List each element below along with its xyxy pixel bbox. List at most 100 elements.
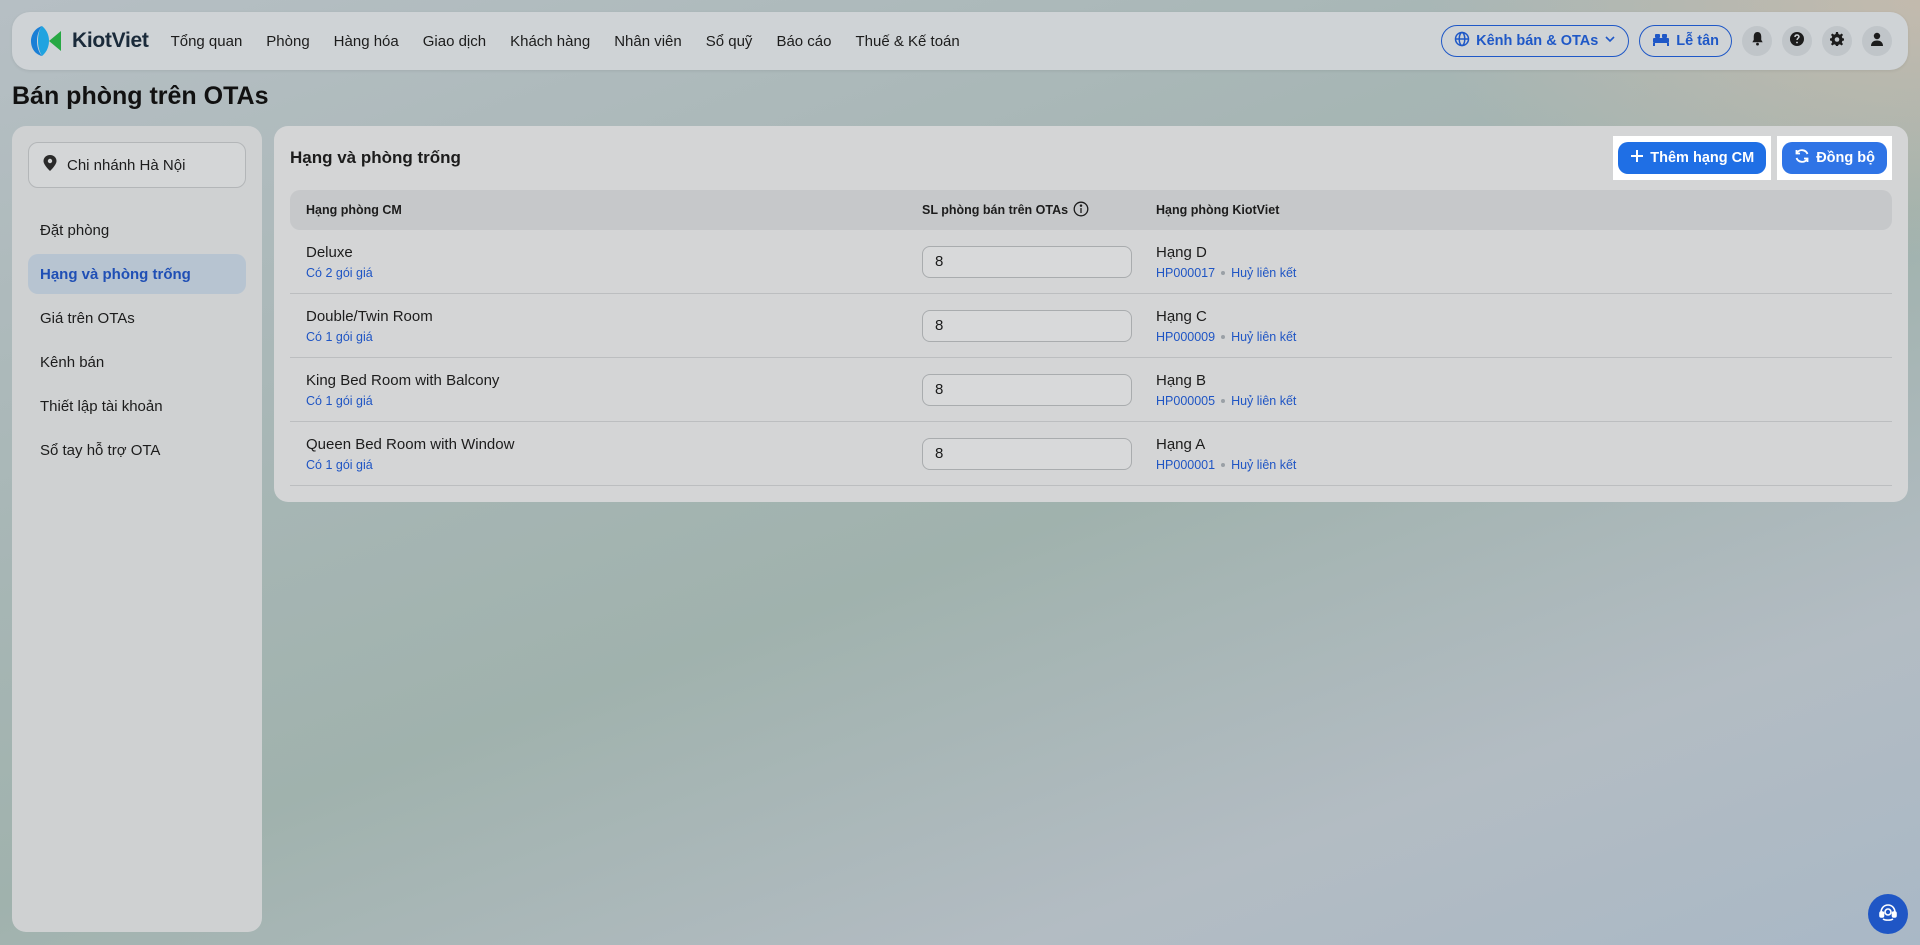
- branch-name: Chi nhánh Hà Nội: [67, 156, 186, 174]
- nav-item-staff[interactable]: Nhân viên: [614, 33, 682, 50]
- sidebar: Chi nhánh Hà Nội Đặt phòng Hạng và phòng…: [12, 126, 262, 932]
- gear-icon: [1829, 31, 1845, 52]
- reception-label: Lễ tân: [1676, 33, 1719, 49]
- column-cm-class: Hạng phòng CM: [306, 203, 402, 217]
- nav-item-reports[interactable]: Báo cáo: [776, 33, 831, 50]
- room-name: King Bed Room with Balcony: [306, 371, 500, 389]
- column-ota-qty: SL phòng bán trên OTAs: [922, 201, 1156, 220]
- kiotviet-class-name: Hạng C: [1156, 307, 1207, 325]
- column-ota-qty-label: SL phòng bán trên OTAs: [922, 203, 1069, 217]
- chevron-down-icon: [1604, 33, 1616, 49]
- kiotviet-class-meta: HP000005 Huỷ liên kết: [1156, 394, 1876, 408]
- kiotviet-class-name: Hạng D: [1156, 243, 1207, 261]
- main-menu: Tổng quan Phòng Hàng hóa Giao dịch Khách…: [171, 33, 960, 50]
- packages-link[interactable]: Có 1 gói giá: [306, 458, 922, 472]
- globe-icon: [1454, 31, 1470, 51]
- table-header: Hạng phòng CM SL phòng bán trên OTAs Hạn…: [290, 190, 1892, 230]
- kiotviet-class-cell: Hạng A HP000001 Huỷ liên kết: [1156, 436, 1876, 472]
- add-cm-class-label: Thêm hạng CM: [1650, 150, 1755, 166]
- nav-item-overview[interactable]: Tổng quan: [171, 33, 243, 50]
- panel-actions: Thêm hạng CM Đồng bộ: [1613, 136, 1892, 180]
- help-button[interactable]: [1782, 26, 1812, 56]
- ota-qty-input[interactable]: [922, 245, 1132, 278]
- nav-item-rooms[interactable]: Phòng: [266, 33, 309, 50]
- bell-icon: [1750, 31, 1765, 51]
- account-button[interactable]: [1862, 26, 1892, 56]
- unlink-link[interactable]: Huỷ liên kết: [1231, 458, 1296, 472]
- location-pin-icon: [43, 155, 57, 175]
- notifications-button[interactable]: [1742, 26, 1772, 56]
- kiotviet-class-name: Hạng B: [1156, 371, 1207, 389]
- ota-qty-input[interactable]: [922, 309, 1132, 342]
- sidebar-item-sales-channels[interactable]: Kênh bán: [28, 342, 246, 382]
- kiotviet-class-code[interactable]: HP000009: [1156, 330, 1215, 344]
- nav-item-tax-accounting[interactable]: Thuế & Kế toán: [855, 33, 959, 50]
- nav-item-customers[interactable]: Khách hàng: [510, 33, 590, 50]
- info-icon[interactable]: [1073, 201, 1089, 220]
- unlink-link[interactable]: Huỷ liên kết: [1231, 330, 1296, 344]
- nav-item-cashbook[interactable]: Sổ quỹ: [706, 33, 753, 50]
- packages-link[interactable]: Có 1 gói giá: [306, 330, 922, 344]
- sync-button-frame: Đồng bộ: [1777, 136, 1892, 180]
- page-title: Bán phòng trên OTAs: [12, 82, 269, 110]
- channel-otas-label: Kênh bán & OTAs: [1476, 33, 1599, 49]
- table-row: Queen Bed Room with Window Có 1 gói giá …: [290, 422, 1892, 486]
- reception-button[interactable]: Lễ tân: [1639, 25, 1732, 57]
- sidebar-item-account-setup[interactable]: Thiết lập tài khoản: [28, 386, 246, 426]
- packages-link[interactable]: Có 1 gói giá: [306, 394, 922, 408]
- settings-button[interactable]: [1822, 26, 1852, 56]
- add-cm-class-button[interactable]: Thêm hạng CM: [1618, 142, 1767, 174]
- room-name: Deluxe: [306, 243, 353, 261]
- column-kiotviet-class: Hạng phòng KiotViet: [1156, 203, 1280, 217]
- sidebar-item-bookings[interactable]: Đặt phòng: [28, 210, 246, 250]
- sidebar-item-ota-handbook[interactable]: Sổ tay hỗ trợ OTA: [28, 430, 246, 470]
- nav-item-goods[interactable]: Hàng hóa: [334, 33, 399, 50]
- user-icon: [1869, 31, 1885, 52]
- navbar-actions: Kênh bán & OTAs Lễ tân: [1441, 25, 1892, 57]
- support-chat-button[interactable]: [1868, 894, 1908, 934]
- packages-link[interactable]: Có 2 gói giá: [306, 266, 922, 280]
- top-navbar: KiotViet Tổng quan Phòng Hàng hóa Giao d…: [12, 12, 1908, 70]
- kiotviet-class-code[interactable]: HP000017: [1156, 266, 1215, 280]
- sidebar-item-ota-prices[interactable]: Giá trên OTAs: [28, 298, 246, 338]
- cm-class-cell: Queen Bed Room with Window Có 1 gói giá: [306, 436, 922, 472]
- unlink-link[interactable]: Huỷ liên kết: [1231, 266, 1296, 280]
- kiotviet-class-meta: HP000001 Huỷ liên kết: [1156, 458, 1876, 472]
- panel-header: Hạng và phòng trống Thêm hạng CM Đồng bộ: [290, 126, 1892, 190]
- separator-dot: [1221, 398, 1226, 403]
- kiotviet-class-code[interactable]: HP000001: [1156, 458, 1215, 472]
- room-name: Queen Bed Room with Window: [306, 435, 515, 453]
- ota-qty-input[interactable]: [922, 437, 1132, 470]
- cm-class-cell: Deluxe Có 2 gói giá: [306, 244, 922, 280]
- bed-icon: [1652, 32, 1670, 50]
- sync-button[interactable]: Đồng bộ: [1782, 142, 1887, 174]
- kiotviet-class-meta: HP000009 Huỷ liên kết: [1156, 330, 1876, 344]
- kiotviet-logo-icon: [28, 23, 64, 59]
- channel-otas-button[interactable]: Kênh bán & OTAs: [1441, 25, 1630, 57]
- nav-item-transactions[interactable]: Giao dịch: [423, 33, 486, 50]
- add-button-frame: Thêm hạng CM: [1613, 136, 1772, 180]
- kiotviet-class-code[interactable]: HP000005: [1156, 394, 1215, 408]
- kiotviet-class-cell: Hạng C HP000009 Huỷ liên kết: [1156, 308, 1876, 344]
- ota-qty-input[interactable]: [922, 373, 1132, 406]
- branch-selector[interactable]: Chi nhánh Hà Nội: [28, 142, 246, 188]
- sync-label: Đồng bộ: [1816, 150, 1875, 166]
- qty-cell: [922, 437, 1156, 470]
- qty-cell: [922, 245, 1156, 278]
- kiotviet-class-cell: Hạng B HP000005 Huỷ liên kết: [1156, 372, 1876, 408]
- separator-dot: [1221, 462, 1226, 467]
- qty-cell: [922, 309, 1156, 342]
- separator-dot: [1221, 334, 1226, 339]
- kiotviet-class-cell: Hạng D HP000017 Huỷ liên kết: [1156, 244, 1876, 280]
- headset-icon: [1877, 901, 1899, 928]
- unlink-link[interactable]: Huỷ liên kết: [1231, 394, 1296, 408]
- app-name: KiotViet: [72, 29, 149, 52]
- cm-class-cell: Double/Twin Room Có 1 gói giá: [306, 308, 922, 344]
- app-logo[interactable]: KiotViet: [28, 23, 149, 59]
- sidebar-menu: Đặt phòng Hạng và phòng trống Giá trên O…: [28, 210, 246, 470]
- sidebar-item-room-classes[interactable]: Hạng và phòng trống: [28, 254, 246, 294]
- kiotviet-class-meta: HP000017 Huỷ liên kết: [1156, 266, 1876, 280]
- table-row: Deluxe Có 2 gói giá Hạng D HP000017 Huỷ …: [290, 230, 1892, 294]
- separator-dot: [1221, 270, 1226, 275]
- kiotviet-class-name: Hạng A: [1156, 435, 1206, 453]
